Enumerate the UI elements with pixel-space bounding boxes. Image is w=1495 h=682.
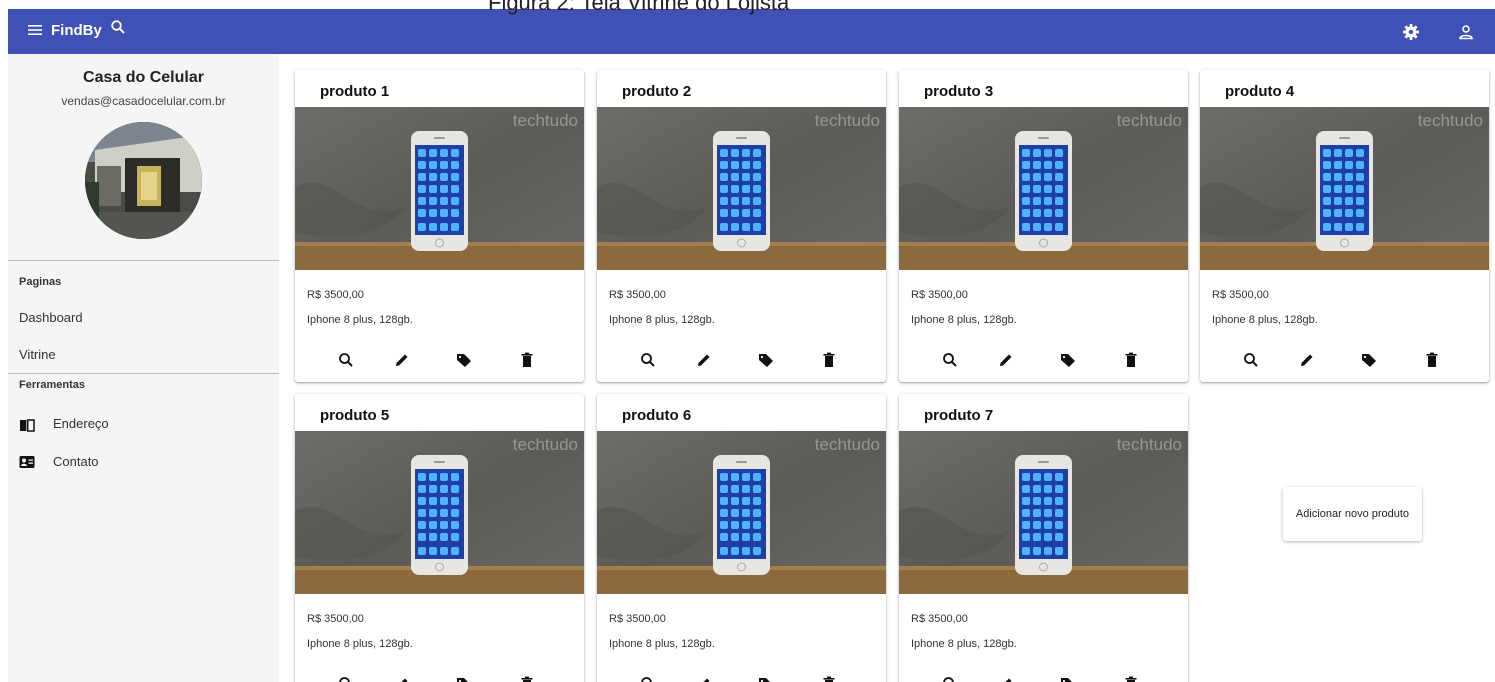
gear-icon[interactable]	[1402, 23, 1420, 41]
tools-section-header: Ferramentas	[19, 379, 86, 391]
product-title: produto 6	[622, 407, 692, 424]
product-description: Iphone 8 plus, 128gb.	[307, 314, 413, 326]
edit-product-pencil-icon[interactable]	[997, 675, 1015, 682]
product-tag-icon[interactable]	[757, 351, 775, 369]
delete-product-trash-icon[interactable]	[820, 351, 838, 369]
image-watermark: techtudo	[1417, 111, 1483, 130]
image-watermark: techtudo	[512, 111, 578, 130]
divider	[8, 373, 279, 374]
product-image	[597, 107, 886, 270]
product-image-wrap: techtudo	[899, 431, 1188, 594]
menu-icon[interactable]	[27, 22, 43, 38]
image-watermark: techtudo	[512, 435, 578, 454]
product-title: produto 1	[320, 83, 390, 100]
add-product-button[interactable]: Adicionar novo produto	[1283, 487, 1422, 541]
product-image	[899, 431, 1188, 594]
contact-card-icon[interactable]	[19, 455, 35, 469]
page: Figura 2: Tela Vitrine do Lojista FindBy…	[0, 0, 1495, 682]
edit-product-pencil-icon[interactable]	[1298, 351, 1316, 369]
product-price: R$ 3500,00	[307, 613, 364, 625]
product-image	[295, 107, 584, 270]
store-email: vendas@casadocelular.com.br	[61, 94, 226, 108]
product-title: produto 4	[1225, 83, 1295, 100]
nav-endereco[interactable]: Endereço	[53, 416, 109, 431]
product-description: Iphone 8 plus, 128gb.	[609, 638, 715, 650]
product-price: R$ 3500,00	[307, 289, 364, 301]
product-image	[899, 107, 1188, 270]
nav-dashboard[interactable]: Dashboard	[19, 310, 83, 325]
image-watermark: techtudo	[1116, 111, 1182, 130]
edit-product-pencil-icon[interactable]	[393, 675, 411, 682]
product-image-wrap: techtudo	[597, 107, 886, 270]
brand-name[interactable]: FindBy	[51, 22, 102, 39]
image-watermark: techtudo	[814, 111, 880, 130]
product-image-wrap: techtudo	[1200, 107, 1489, 270]
store-avatar	[85, 122, 202, 239]
product-price: R$ 3500,00	[609, 613, 666, 625]
product-image	[1200, 107, 1489, 270]
product-description: Iphone 8 plus, 128gb.	[911, 314, 1017, 326]
product-description: Iphone 8 plus, 128gb.	[307, 638, 413, 650]
product-price: R$ 3500,00	[609, 289, 666, 301]
product-tag-icon[interactable]	[455, 675, 473, 682]
nav-contato[interactable]: Contato	[53, 454, 99, 469]
store-name: Casa do Celular	[83, 69, 204, 86]
product-tag-icon[interactable]	[1360, 351, 1378, 369]
product-title: produto 3	[924, 83, 994, 100]
product-tag-icon[interactable]	[1059, 351, 1077, 369]
product-tag-icon[interactable]	[757, 675, 775, 682]
edit-product-pencil-icon[interactable]	[695, 351, 713, 369]
delete-product-trash-icon[interactable]	[518, 351, 536, 369]
view-product-search-icon[interactable]	[639, 675, 657, 682]
product-image-wrap: techtudo	[295, 431, 584, 594]
image-watermark: techtudo	[814, 435, 880, 454]
product-image-wrap: techtudo	[899, 107, 1188, 270]
view-product-search-icon[interactable]	[941, 351, 959, 369]
product-description: Iphone 8 plus, 128gb.	[1212, 314, 1318, 326]
product-title: produto 2	[622, 83, 692, 100]
product-title: produto 7	[924, 407, 994, 424]
sidebar: Casa do Celular vendas@casadocelular.com…	[8, 54, 279, 682]
edit-product-pencil-icon[interactable]	[695, 675, 713, 682]
product-card: produto 2 techtudo R$ 3500,00 Iphone 8 p…	[597, 70, 886, 382]
image-watermark: techtudo	[1116, 435, 1182, 454]
product-card: produto 7 techtudo R$ 3500,00 Iphone 8 p…	[899, 394, 1188, 682]
delete-product-trash-icon[interactable]	[820, 675, 838, 682]
view-product-search-icon[interactable]	[639, 351, 657, 369]
product-description: Iphone 8 plus, 128gb.	[911, 638, 1017, 650]
edit-product-pencil-icon[interactable]	[997, 351, 1015, 369]
product-card: produto 4 techtudo R$ 3500,00 Iphone 8 p…	[1200, 70, 1489, 382]
view-product-search-icon[interactable]	[1242, 351, 1260, 369]
figure-caption: Figura 2: Tela Vitrine do Lojista	[488, 0, 790, 15]
account-icon[interactable]	[1457, 23, 1475, 41]
book-icon[interactable]	[19, 418, 35, 432]
divider	[8, 260, 279, 261]
view-product-search-icon[interactable]	[337, 675, 355, 682]
view-product-search-icon[interactable]	[941, 675, 959, 682]
delete-product-trash-icon[interactable]	[1423, 351, 1441, 369]
product-description: Iphone 8 plus, 128gb.	[609, 314, 715, 326]
product-image-wrap: techtudo	[295, 107, 584, 270]
search-icon[interactable]	[110, 19, 126, 35]
product-card: produto 5 techtudo R$ 3500,00 Iphone 8 p…	[295, 394, 584, 682]
product-image-wrap: techtudo	[597, 431, 886, 594]
product-price: R$ 3500,00	[911, 613, 968, 625]
delete-product-trash-icon[interactable]	[1122, 351, 1140, 369]
product-tag-icon[interactable]	[455, 351, 473, 369]
product-image	[597, 431, 886, 594]
product-card: produto 3 techtudo R$ 3500,00 Iphone 8 p…	[899, 70, 1188, 382]
view-product-search-icon[interactable]	[337, 351, 355, 369]
product-tag-icon[interactable]	[1059, 675, 1077, 682]
product-title: produto 5	[320, 407, 390, 424]
pages-section-header: Paginas	[19, 276, 62, 288]
product-card: produto 6 techtudo R$ 3500,00 Iphone 8 p…	[597, 394, 886, 682]
product-image	[295, 431, 584, 594]
product-card: produto 1 techtudo R$ 3500,00 Iphone 8 p…	[295, 70, 584, 382]
delete-product-trash-icon[interactable]	[1122, 675, 1140, 682]
nav-vitrine[interactable]: Vitrine	[19, 347, 56, 362]
delete-product-trash-icon[interactable]	[518, 675, 536, 682]
product-price: R$ 3500,00	[1212, 289, 1269, 301]
edit-product-pencil-icon[interactable]	[393, 351, 411, 369]
product-price: R$ 3500,00	[911, 289, 968, 301]
